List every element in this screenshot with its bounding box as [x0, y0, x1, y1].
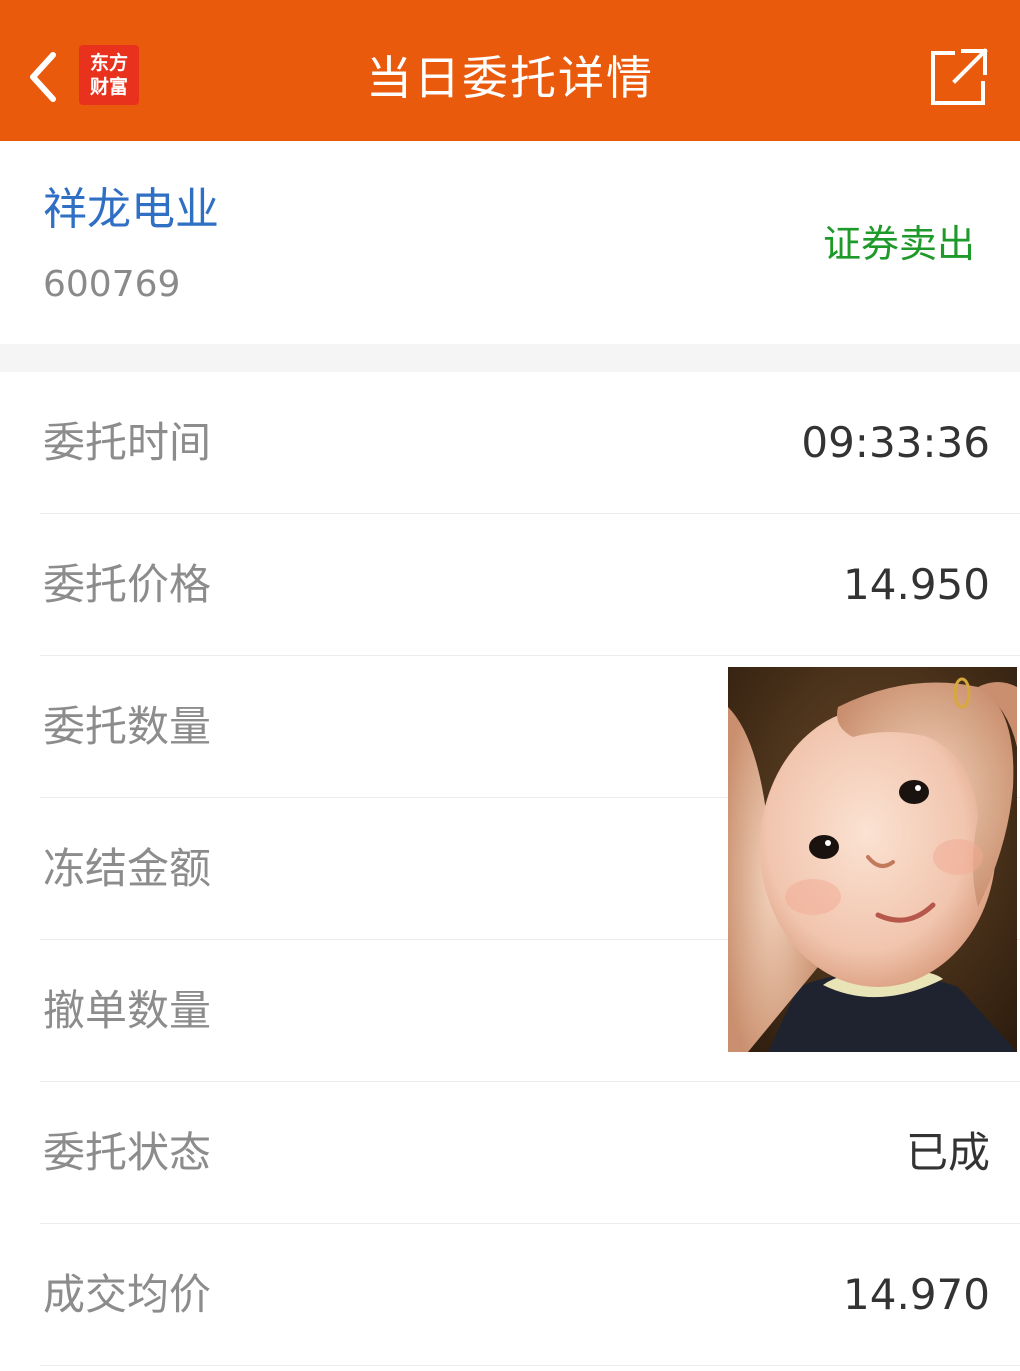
detail-row-avg-fill-price: 成交均价 14.970 [0, 1224, 1020, 1366]
baby-face-image [728, 667, 1017, 1052]
row-value: 09:33:36 [801, 418, 990, 467]
row-label: 委托价格 [43, 560, 212, 609]
detail-row-order-status: 委托状态 已成 [0, 1082, 1020, 1224]
detail-row-order-time: 委托时间 09:33:36 [0, 372, 1020, 514]
share-button[interactable] [924, 44, 994, 110]
stock-info: 祥龙电业 600769 证券卖出 [0, 141, 1020, 344]
row-label: 委托状态 [43, 1128, 212, 1177]
section-divider [0, 344, 1020, 372]
row-label: 委托时间 [43, 418, 212, 467]
row-label: 冻结金额 [43, 844, 212, 893]
row-value: 14.970 [843, 1270, 990, 1319]
row-value: 14.950 [843, 560, 990, 609]
page: 东方 财富 当日委托详情 祥龙电业 600769 证券卖出 委托时间 09:33… [0, 0, 1020, 1371]
detail-row-order-price: 委托价格 14.950 [0, 514, 1020, 656]
row-label: 委托数量 [43, 702, 212, 751]
row-label: 撤单数量 [43, 986, 212, 1035]
stock-name[interactable]: 祥龙电业 [43, 185, 219, 235]
row-label: 成交均价 [43, 1270, 212, 1319]
trade-type: 证券卖出 [822, 222, 975, 266]
share-external-icon [931, 48, 988, 105]
page-title: 当日委托详情 [366, 51, 654, 105]
baby-photo-sticker [728, 667, 1017, 1052]
top-bar: 东方 财富 当日委托详情 [0, 0, 1020, 141]
stock-code: 600769 [43, 264, 181, 305]
row-value: 已成 [905, 1128, 990, 1177]
